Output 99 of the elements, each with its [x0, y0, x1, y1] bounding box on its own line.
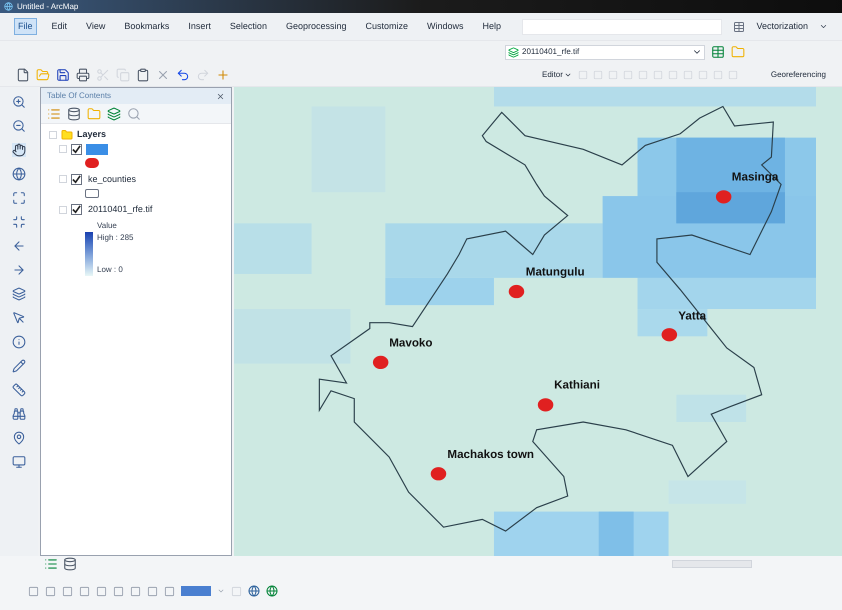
color-swatch[interactable] [181, 586, 211, 596]
table-icon[interactable] [711, 45, 725, 59]
editor-tool-icon [622, 70, 633, 80]
toc-title: Table Of Contents [47, 90, 112, 102]
town-marker[interactable] [430, 467, 446, 480]
layer-icon [508, 46, 519, 58]
town-marker[interactable] [508, 284, 524, 298]
point-symbol [85, 158, 99, 168]
town-label: Mavoko [389, 336, 433, 350]
menu-item[interactable]: Help [478, 18, 506, 36]
layout-tool-icon [96, 586, 107, 596]
info-icon[interactable] [12, 335, 26, 349]
vectorization-toolbar-label[interactable]: Vectorization [756, 20, 808, 34]
menu-item[interactable]: Windows [423, 18, 468, 36]
layers-icon[interactable] [107, 106, 121, 120]
save-icon[interactable] [56, 68, 70, 82]
menu-item[interactable]: Customize [362, 18, 412, 36]
layer-combo-value: 20110401_rfe.tif [522, 46, 580, 58]
caret-icon [819, 22, 828, 31]
arrow-right-icon[interactable] [12, 263, 26, 277]
legend-high-label: High : 285 [97, 232, 134, 244]
globe-icon[interactable] [12, 167, 26, 181]
layer-checkbox[interactable] [71, 174, 82, 185]
editor-tool-icon [712, 70, 723, 80]
layers-icon[interactable] [12, 287, 26, 301]
clipboard-icon[interactable] [136, 68, 150, 82]
shrink-icon[interactable] [12, 215, 26, 229]
zoom-in-icon[interactable] [12, 95, 26, 109]
georeferencing-menu[interactable]: Georeferencing [770, 68, 826, 80]
menu-item[interactable]: View [82, 18, 110, 36]
layer-checkbox[interactable] [71, 144, 82, 154]
source-tab-icon[interactable] [63, 557, 77, 571]
pointer-icon[interactable] [12, 311, 26, 325]
caret-icon [217, 587, 225, 595]
layout-tool-icon [79, 586, 90, 596]
editor-tool-icon [682, 70, 693, 80]
app-icon [4, 2, 13, 11]
menu-item[interactable]: Selection [226, 18, 271, 36]
pencil-icon[interactable] [12, 359, 26, 373]
color-ramp [85, 232, 93, 276]
town-label: Kathiani [554, 378, 600, 392]
layer-name[interactable]: 20110401_rfe.tif [86, 203, 154, 216]
town-marker[interactable] [716, 190, 732, 204]
layout-tool-icon [62, 586, 73, 596]
new-file-icon[interactable] [16, 68, 30, 82]
print-icon[interactable] [76, 68, 90, 82]
polygon-symbol [85, 189, 99, 198]
town-marker[interactable] [538, 398, 554, 412]
add-data-icon[interactable] [216, 68, 230, 82]
hand-icon[interactable] [12, 143, 26, 157]
toolbar-field[interactable] [522, 18, 722, 34]
scrollbar[interactable] [672, 560, 752, 568]
editor-tool-icon [728, 70, 738, 80]
legend-heading: Value [96, 220, 118, 232]
page-icon [231, 586, 242, 596]
menu-item[interactable]: File [14, 18, 37, 36]
layout-tool-icon [45, 586, 56, 596]
layout-tool-icon [147, 586, 158, 596]
town-marker[interactable] [372, 356, 388, 370]
globe-icon [266, 585, 278, 597]
editor-tool-icon [592, 70, 603, 80]
expand-icon[interactable] [12, 191, 26, 205]
globe-icon [248, 585, 260, 597]
editor-tool-icon [652, 70, 663, 80]
layers-folder-icon [61, 128, 73, 141]
collapse-toggle[interactable] [59, 175, 67, 184]
undo-icon[interactable] [176, 68, 190, 82]
menu-item[interactable]: Bookmarks [120, 18, 174, 36]
editor-menu[interactable]: Editor [542, 68, 572, 80]
layout-tool-icon [113, 586, 124, 596]
table-icon [733, 20, 746, 32]
layout-tool-icon [130, 586, 141, 596]
town-marker[interactable] [662, 328, 678, 342]
window-title: Untitled - ArcMap [17, 2, 78, 10]
menu-item[interactable]: Edit [48, 18, 72, 36]
layers-root-label[interactable]: Layers [77, 128, 106, 142]
monitor-icon[interactable] [12, 455, 26, 469]
editor-tool-icon [698, 70, 708, 80]
town-label: Machakos town [447, 448, 534, 461]
pin-icon[interactable] [12, 431, 26, 445]
zoom-out-icon[interactable] [12, 119, 26, 133]
editor-tool-icon [608, 70, 618, 80]
layer-combo[interactable]: 20110401_rfe.tif [505, 44, 705, 60]
collapse-toggle[interactable] [59, 206, 67, 214]
editor-tool-icon [578, 70, 588, 80]
layer-checkbox[interactable] [71, 204, 82, 216]
editor-tool-icon [668, 70, 678, 80]
ruler-icon[interactable] [12, 383, 26, 397]
menu-item[interactable]: Insert [184, 18, 215, 36]
close-icon[interactable] [216, 92, 225, 100]
binoculars-icon[interactable] [12, 407, 26, 421]
layout-tool-icon [28, 586, 39, 596]
database-icon[interactable] [67, 106, 81, 120]
editor-tool-icon [638, 70, 648, 80]
layer-name[interactable]: ke_counties [86, 172, 138, 186]
menu-item[interactable]: Geoprocessing [282, 18, 350, 36]
layout-tool-icon [164, 586, 175, 596]
legend-low-label: Low : 0 [97, 264, 124, 276]
town-label: Matungulu [526, 266, 585, 279]
